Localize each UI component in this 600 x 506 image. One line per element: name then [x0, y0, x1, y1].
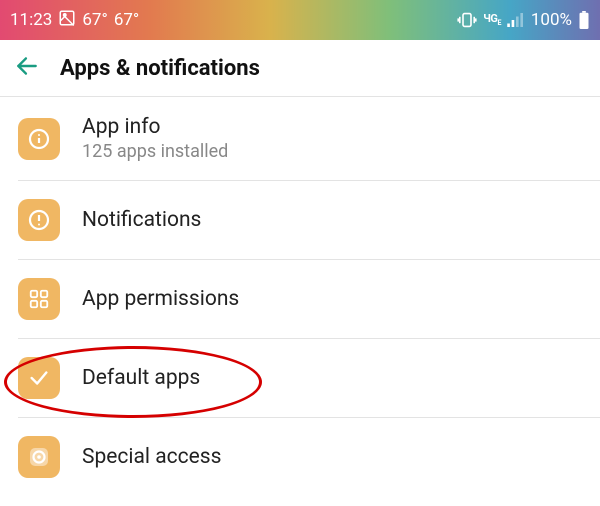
signal-icon: [507, 13, 525, 27]
screenshot-icon: [58, 9, 76, 32]
item-title: App info: [82, 115, 228, 139]
item-title: Notifications: [82, 208, 201, 232]
item-text: Special access: [82, 445, 221, 469]
item-special-access[interactable]: Special access: [0, 418, 600, 496]
item-subtitle: 125 apps installed: [82, 141, 228, 162]
status-bar-right: ЧGE 100%: [457, 10, 590, 30]
grid-icon: [18, 278, 60, 320]
status-bar-left: 11:23 67° 67°: [10, 9, 139, 32]
item-text: App info 125 apps installed: [82, 115, 228, 162]
special-icon: [18, 436, 60, 478]
vibrate-icon: [457, 12, 477, 28]
item-default-apps[interactable]: Default apps: [0, 339, 600, 417]
temperature-2: 67°: [114, 10, 139, 30]
check-icon: [18, 357, 60, 399]
battery-icon: [578, 11, 590, 29]
item-title: Special access: [82, 445, 221, 469]
settings-list: App info 125 apps installed Notification…: [0, 97, 600, 496]
clock: 11:23: [10, 10, 52, 30]
status-bar: 11:23 67° 67° ЧGE 100%: [0, 0, 600, 40]
network-4g-icon: ЧGE: [483, 13, 501, 27]
alert-icon: [18, 199, 60, 241]
item-app-info[interactable]: App info 125 apps installed: [0, 97, 600, 180]
item-text: Notifications: [82, 208, 201, 232]
item-title: Default apps: [82, 366, 200, 390]
item-text: Default apps: [82, 366, 200, 390]
viewport: 11:23 67° 67° ЧGE 100% Apps & notifica: [0, 0, 600, 506]
item-notifications[interactable]: Notifications: [0, 181, 600, 259]
page-title: Apps & notifications: [60, 56, 260, 81]
header: Apps & notifications: [0, 40, 600, 96]
back-button[interactable]: [14, 53, 40, 83]
temperature-1: 67°: [82, 10, 107, 30]
battery-pct: 100%: [531, 10, 572, 30]
item-text: App permissions: [82, 287, 239, 311]
item-title: App permissions: [82, 287, 239, 311]
info-icon: [18, 118, 60, 160]
item-app-permissions[interactable]: App permissions: [0, 260, 600, 338]
